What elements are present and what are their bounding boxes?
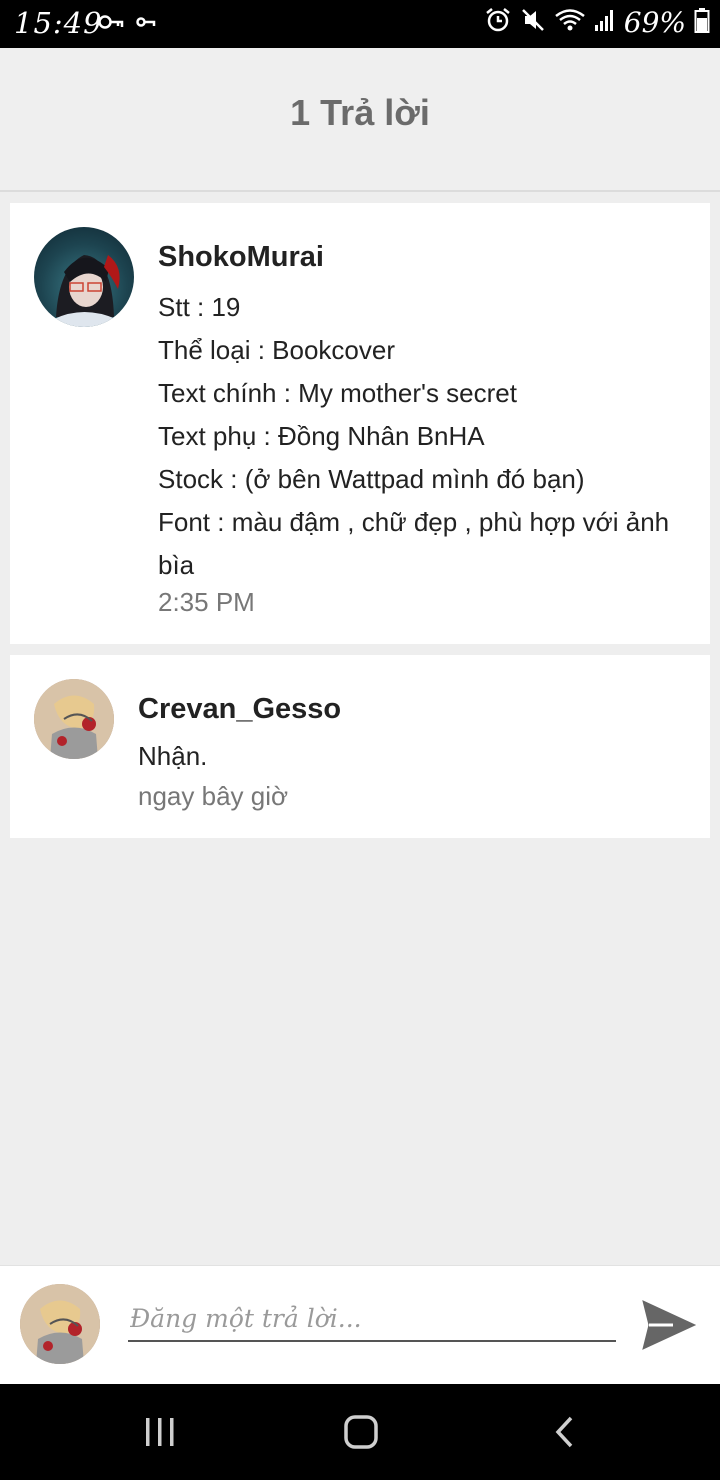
key-icon	[98, 12, 124, 37]
status-left-icons	[98, 12, 156, 37]
signal-icon	[594, 8, 616, 37]
avatar-image	[20, 1284, 100, 1364]
comment-line: Stt : 19	[158, 292, 241, 322]
comment-line: Thể loại : Bookcover	[158, 335, 396, 365]
status-right-icons: 69%	[484, 6, 710, 39]
recents-icon	[146, 1418, 174, 1446]
mute-icon	[520, 7, 546, 38]
comment-line: Text chính : My mother's secret	[158, 378, 517, 408]
alarm-icon	[484, 6, 512, 39]
comment-username[interactable]: ShokoMurai	[158, 241, 324, 274]
comment-line: Text phụ : Đồng Nhân BnHA	[158, 421, 485, 451]
comment-timestamp: ngay bây giờ	[138, 781, 289, 811]
comment-body: Nhận.	[138, 741, 208, 771]
status-time: 15:49	[14, 6, 103, 40]
comment-username[interactable]: Crevan_Gesso	[138, 693, 341, 726]
battery-icon	[694, 7, 710, 38]
navigation-bar	[0, 1384, 720, 1480]
home-button[interactable]	[337, 1408, 385, 1456]
avatar[interactable]	[34, 679, 114, 759]
header: 1 Trả lời	[0, 48, 720, 192]
compose-bar	[0, 1265, 720, 1384]
send-button[interactable]	[636, 1292, 702, 1358]
home-icon	[344, 1415, 378, 1449]
reply-input[interactable]	[128, 1296, 616, 1342]
recents-button[interactable]	[136, 1408, 184, 1456]
wifi-icon	[554, 7, 586, 38]
comment-card: ShokoMurai Stt : 19 Thể loại : Bookcover…	[10, 203, 710, 644]
avatar	[20, 1284, 100, 1364]
back-icon	[555, 1416, 573, 1448]
comment-timestamp: 2:35 PM	[158, 587, 255, 617]
avatar[interactable]	[34, 227, 134, 327]
comment-line: Stock : (ở bên Wattpad mình đó bạn)	[158, 464, 585, 494]
page-title: 1 Trả lời	[290, 92, 430, 133]
send-icon	[642, 1300, 697, 1350]
comment-line: Font : màu đậm , chữ đẹp , phù hợp với ả…	[158, 507, 670, 580]
avatar-image	[34, 679, 114, 759]
back-button[interactable]	[540, 1408, 588, 1456]
comment-card: Crevan_Gesso Nhận. ngay bây giờ	[10, 655, 710, 838]
avatar-image	[54, 255, 120, 327]
vpn-key-icon	[136, 14, 156, 35]
battery-percent: 69%	[623, 6, 686, 39]
comment-body: Stt : 19 Thể loại : Bookcover Text chính…	[158, 286, 703, 587]
status-bar: 15:49 69%	[0, 0, 720, 48]
